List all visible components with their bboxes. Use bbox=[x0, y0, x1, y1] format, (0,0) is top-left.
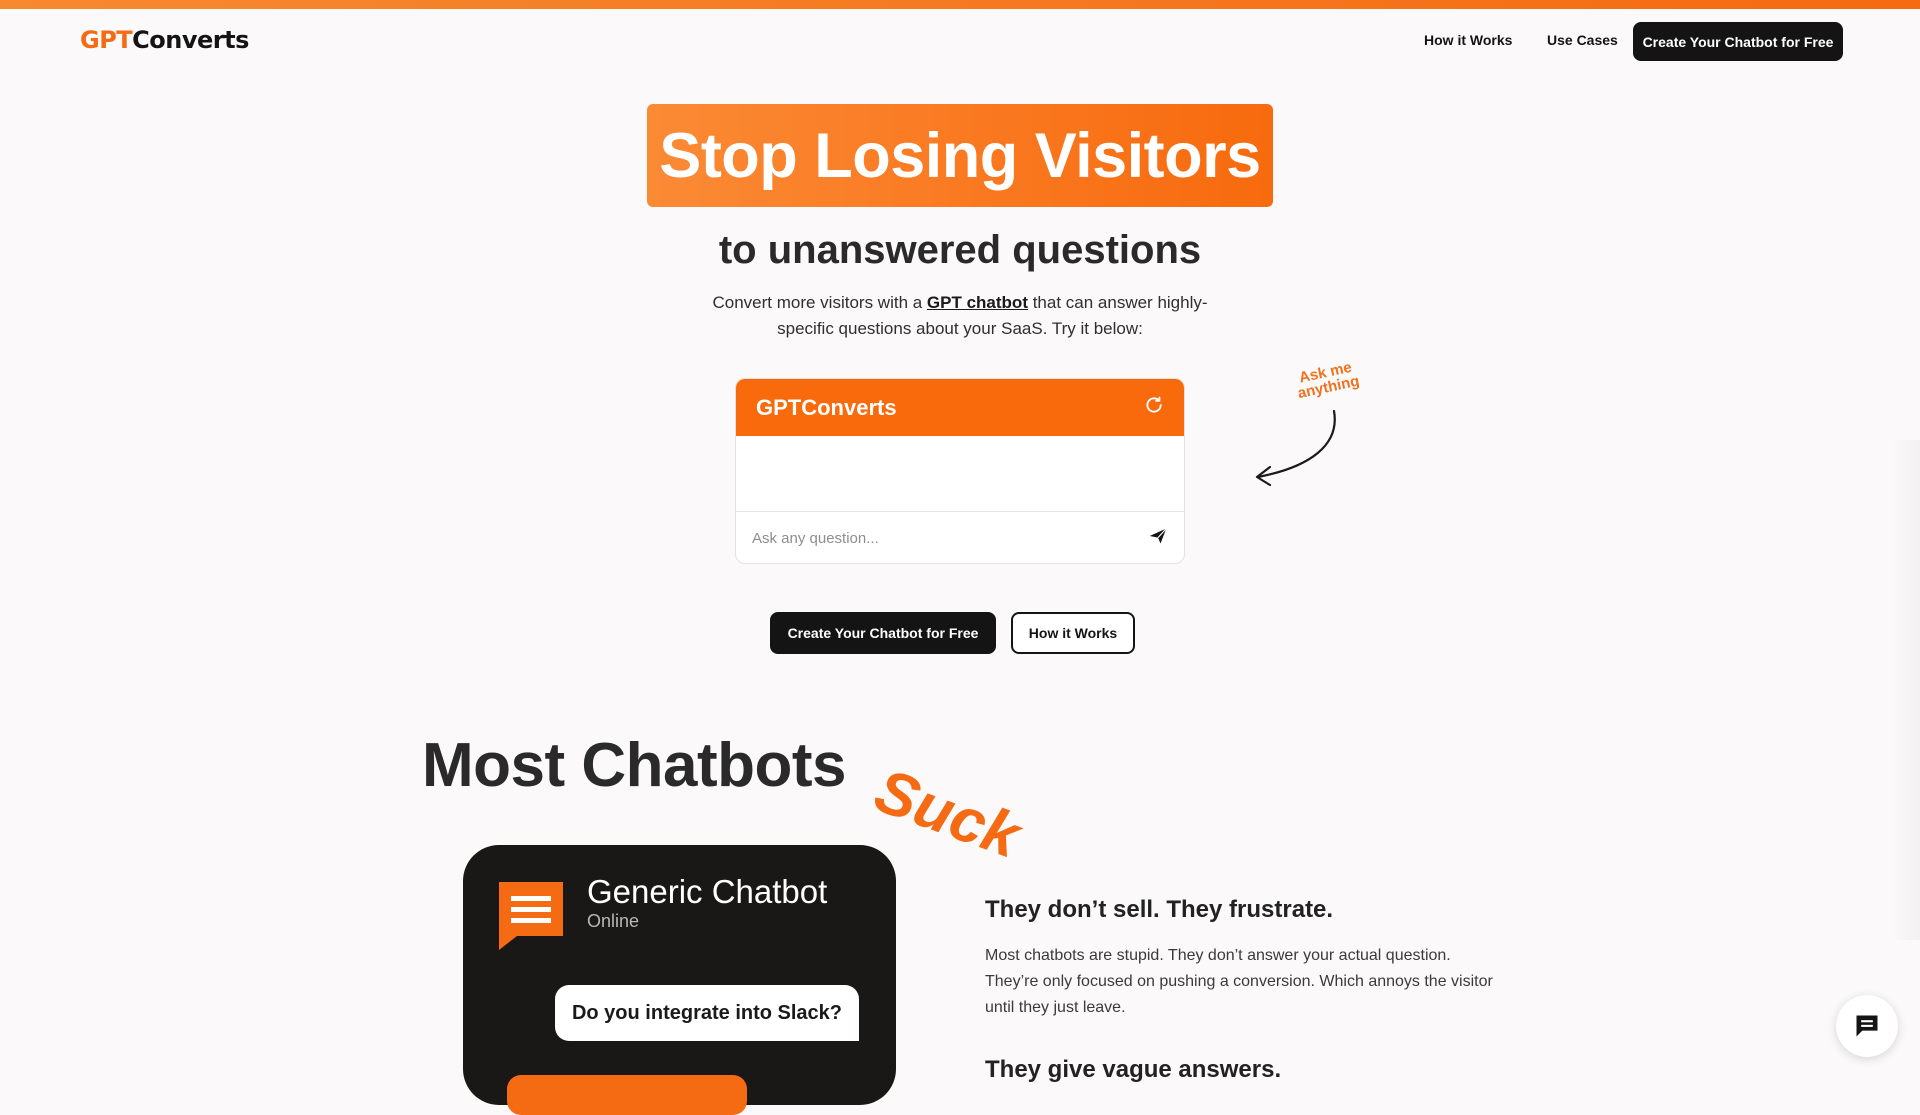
logo-part-converts: Converts bbox=[132, 26, 249, 54]
hero-subheadline: to unanswered questions bbox=[718, 228, 1202, 272]
send-icon[interactable] bbox=[1148, 526, 1168, 551]
generic-chatbot-mockup: Generic Chatbot Online Do you integrate … bbox=[463, 845, 896, 1115]
hero-headline: Stop Losing Visitors bbox=[647, 104, 1273, 207]
refresh-icon[interactable] bbox=[1144, 395, 1164, 420]
hero-description: Convert more visitors with a GPT chatbot… bbox=[710, 290, 1210, 342]
ask-me-annotation: Ask me anything bbox=[1296, 358, 1361, 403]
gpt-chatbot-link[interactable]: GPT chatbot bbox=[927, 293, 1028, 312]
hero-how-it-works-button[interactable]: How it Works bbox=[1011, 612, 1135, 654]
mockup-user-message: Do you integrate into Slack? bbox=[555, 985, 859, 1041]
chat-title: GPTConverts bbox=[756, 394, 897, 420]
logo[interactable]: GPTConverts bbox=[80, 26, 249, 54]
chat-question-input[interactable] bbox=[750, 528, 1134, 548]
mockup-chatbot-title: Generic Chatbot bbox=[587, 873, 828, 910]
logo-part-gpt: GPT bbox=[80, 26, 133, 54]
chat-widget: GPTConverts bbox=[735, 378, 1185, 564]
nav-link-how-it-works[interactable]: How it Works bbox=[1424, 32, 1512, 48]
edge-shadow bbox=[1890, 440, 1920, 940]
hero-create-chatbot-button[interactable]: Create Your Chatbot for Free bbox=[770, 612, 996, 654]
chat-messages-area bbox=[736, 436, 1184, 512]
header-create-chatbot-button[interactable]: Create Your Chatbot for Free bbox=[1633, 22, 1843, 61]
floating-chat-button[interactable] bbox=[1836, 995, 1898, 1057]
nav-link-use-cases[interactable]: Use Cases bbox=[1547, 32, 1618, 48]
point-heading-frustrate: They don’t sell. They frustrate. bbox=[985, 896, 1334, 923]
point-body-frustrate: Most chatbots are stupid. They don’t ans… bbox=[985, 947, 1493, 1016]
curved-arrow-icon bbox=[1255, 409, 1336, 487]
chat-input-row bbox=[736, 512, 1184, 563]
hero-desc-before: Convert more visitors with a bbox=[712, 293, 927, 312]
chat-icon bbox=[1856, 1015, 1878, 1037]
mockup-bot-reply-bubble bbox=[507, 1075, 747, 1115]
section-accent-word: Suck bbox=[866, 755, 1029, 872]
mockup-chatbot-status: Online bbox=[587, 911, 640, 931]
top-accent-strip bbox=[0, 0, 1920, 9]
section-title: Most Chatbots bbox=[422, 731, 847, 800]
chat-bubble-icon bbox=[499, 882, 563, 950]
chat-header: GPTConverts bbox=[736, 379, 1184, 436]
